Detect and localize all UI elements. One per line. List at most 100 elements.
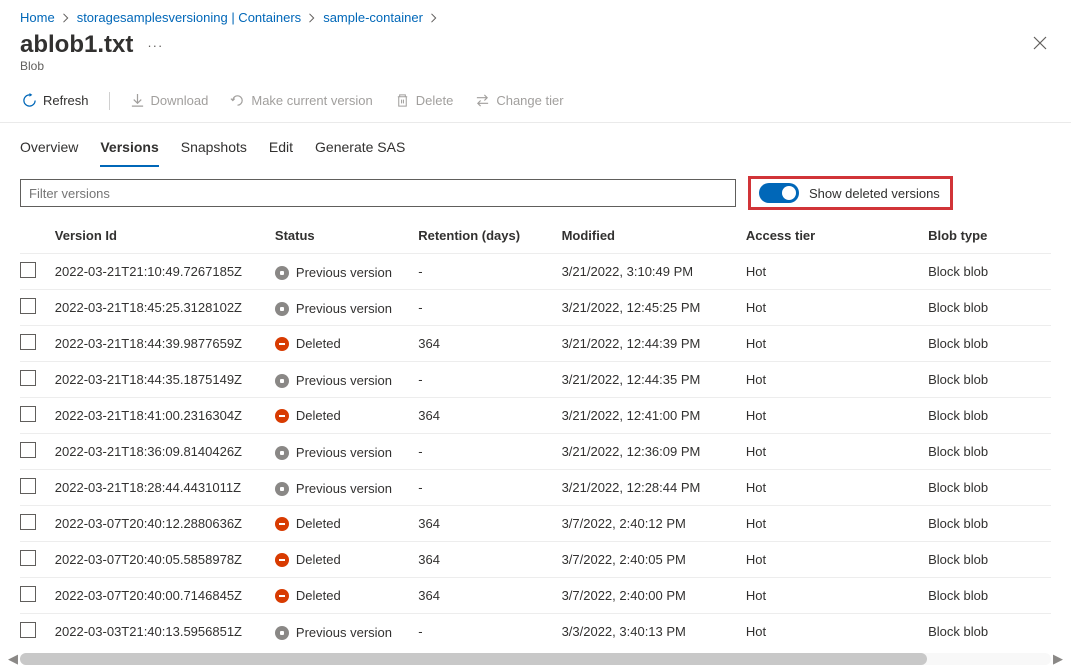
cell-type: Block blob: [928, 362, 1051, 398]
tab-generate-sas[interactable]: Generate SAS: [315, 135, 405, 166]
col-retention[interactable]: Retention (days): [418, 218, 561, 254]
breadcrumb-storage[interactable]: storagesamplesversioning | Containers: [77, 10, 302, 25]
download-button[interactable]: Download: [128, 89, 211, 112]
filter-versions-input[interactable]: [20, 179, 736, 207]
toolbar-separator: [109, 92, 110, 110]
refresh-label: Refresh: [43, 93, 89, 108]
tab-snapshots[interactable]: Snapshots: [181, 135, 247, 166]
cell-retention: 364: [418, 506, 561, 542]
scrollbar-thumb[interactable]: [20, 653, 927, 665]
make-current-button[interactable]: Make current version: [228, 89, 374, 112]
deleted-icon: [275, 409, 289, 423]
download-icon: [130, 93, 145, 108]
row-checkbox[interactable]: [20, 334, 36, 350]
change-tier-label: Change tier: [496, 93, 563, 108]
horizontal-scrollbar[interactable]: ◀ ▶: [20, 653, 1051, 665]
cell-tier: Hot: [746, 254, 928, 290]
previous-version-icon: [275, 446, 289, 460]
trash-icon: [395, 93, 410, 108]
deleted-icon: [275, 337, 289, 351]
tab-versions[interactable]: Versions: [100, 135, 158, 167]
table-row[interactable]: 2022-03-21T18:41:00.2316304ZDeleted3643/…: [20, 398, 1051, 434]
table-row[interactable]: 2022-03-21T18:28:44.4431011ZPrevious ver…: [20, 470, 1051, 506]
show-deleted-label: Show deleted versions: [809, 186, 940, 201]
more-actions-button[interactable]: ···: [147, 38, 163, 53]
table-row[interactable]: 2022-03-03T21:40:13.5956851ZPrevious ver…: [20, 614, 1051, 650]
row-checkbox[interactable]: [20, 550, 36, 566]
cell-status: Deleted: [275, 398, 418, 434]
change-tier-icon: [475, 93, 490, 108]
table-row[interactable]: 2022-03-21T18:45:25.3128102ZPrevious ver…: [20, 290, 1051, 326]
previous-version-icon: [275, 266, 289, 280]
status-label: Deleted: [296, 516, 341, 531]
col-version-id[interactable]: Version Id: [55, 218, 275, 254]
table-row[interactable]: 2022-03-07T20:40:05.5858978ZDeleted3643/…: [20, 542, 1051, 578]
col-tier[interactable]: Access tier: [746, 218, 928, 254]
deleted-icon: [275, 517, 289, 531]
cell-type: Block blob: [928, 326, 1051, 362]
refresh-button[interactable]: Refresh: [20, 89, 91, 112]
col-type[interactable]: Blob type: [928, 218, 1051, 254]
cell-modified: 3/21/2022, 12:44:39 PM: [562, 326, 746, 362]
status-label: Previous version: [296, 481, 392, 496]
cell-modified: 3/7/2022, 2:40:12 PM: [562, 506, 746, 542]
cell-status: Deleted: [275, 542, 418, 578]
refresh-icon: [22, 93, 37, 108]
scroll-left-icon[interactable]: ◀: [6, 653, 20, 665]
tab-overview[interactable]: Overview: [20, 135, 78, 166]
row-checkbox[interactable]: [20, 622, 36, 638]
cell-version-id: 2022-03-07T20:40:00.7146845Z: [55, 578, 275, 614]
cell-modified: 3/3/2022, 3:40:13 PM: [562, 614, 746, 650]
table-row[interactable]: 2022-03-07T20:40:12.2880636ZDeleted3643/…: [20, 506, 1051, 542]
row-checkbox[interactable]: [20, 262, 36, 278]
cell-retention: -: [418, 362, 561, 398]
table-row[interactable]: 2022-03-21T18:36:09.8140426ZPrevious ver…: [20, 434, 1051, 470]
page-title: ablob1.txt: [20, 31, 133, 59]
row-checkbox[interactable]: [20, 478, 36, 494]
cell-version-id: 2022-03-21T18:41:00.2316304Z: [55, 398, 275, 434]
col-status[interactable]: Status: [275, 218, 418, 254]
col-modified[interactable]: Modified: [562, 218, 746, 254]
delete-button[interactable]: Delete: [393, 89, 456, 112]
close-icon: [1033, 36, 1047, 50]
breadcrumb-container[interactable]: sample-container: [323, 10, 423, 25]
cell-type: Block blob: [928, 506, 1051, 542]
scroll-right-icon[interactable]: ▶: [1051, 653, 1065, 665]
table-row[interactable]: 2022-03-21T18:44:35.1875149ZPrevious ver…: [20, 362, 1051, 398]
delete-label: Delete: [416, 93, 454, 108]
cell-modified: 3/7/2022, 2:40:00 PM: [562, 578, 746, 614]
versions-table-wrap: Version Id Status Retention (days) Modif…: [0, 218, 1071, 665]
breadcrumb-home[interactable]: Home: [20, 10, 55, 25]
close-button[interactable]: [1029, 32, 1051, 59]
cell-modified: 3/21/2022, 12:41:00 PM: [562, 398, 746, 434]
previous-version-icon: [275, 374, 289, 388]
cell-version-id: 2022-03-21T21:10:49.7267185Z: [55, 254, 275, 290]
cell-retention: -: [418, 254, 561, 290]
row-checkbox[interactable]: [20, 406, 36, 422]
row-checkbox[interactable]: [20, 298, 36, 314]
show-deleted-toggle[interactable]: [759, 183, 799, 203]
table-row[interactable]: 2022-03-07T20:40:00.7146845ZDeleted3643/…: [20, 578, 1051, 614]
cell-type: Block blob: [928, 434, 1051, 470]
row-checkbox[interactable]: [20, 370, 36, 386]
change-tier-button[interactable]: Change tier: [473, 89, 565, 112]
cell-type: Block blob: [928, 614, 1051, 650]
show-deleted-toggle-group: Show deleted versions: [748, 176, 953, 210]
status-label: Previous version: [296, 625, 392, 640]
cell-modified: 3/21/2022, 3:10:49 PM: [562, 254, 746, 290]
cell-retention: 364: [418, 542, 561, 578]
cell-status: Previous version: [275, 434, 418, 470]
row-checkbox[interactable]: [20, 514, 36, 530]
cell-type: Block blob: [928, 470, 1051, 506]
table-row[interactable]: 2022-03-21T18:44:39.9877659ZDeleted3643/…: [20, 326, 1051, 362]
status-label: Previous version: [296, 301, 392, 316]
cell-status: Previous version: [275, 254, 418, 290]
cell-retention: -: [418, 470, 561, 506]
table-row[interactable]: 2022-03-21T21:10:49.7267185ZPrevious ver…: [20, 254, 1051, 290]
deleted-icon: [275, 589, 289, 603]
row-checkbox[interactable]: [20, 442, 36, 458]
cell-tier: Hot: [746, 542, 928, 578]
cell-retention: 364: [418, 398, 561, 434]
row-checkbox[interactable]: [20, 586, 36, 602]
tab-edit[interactable]: Edit: [269, 135, 293, 166]
